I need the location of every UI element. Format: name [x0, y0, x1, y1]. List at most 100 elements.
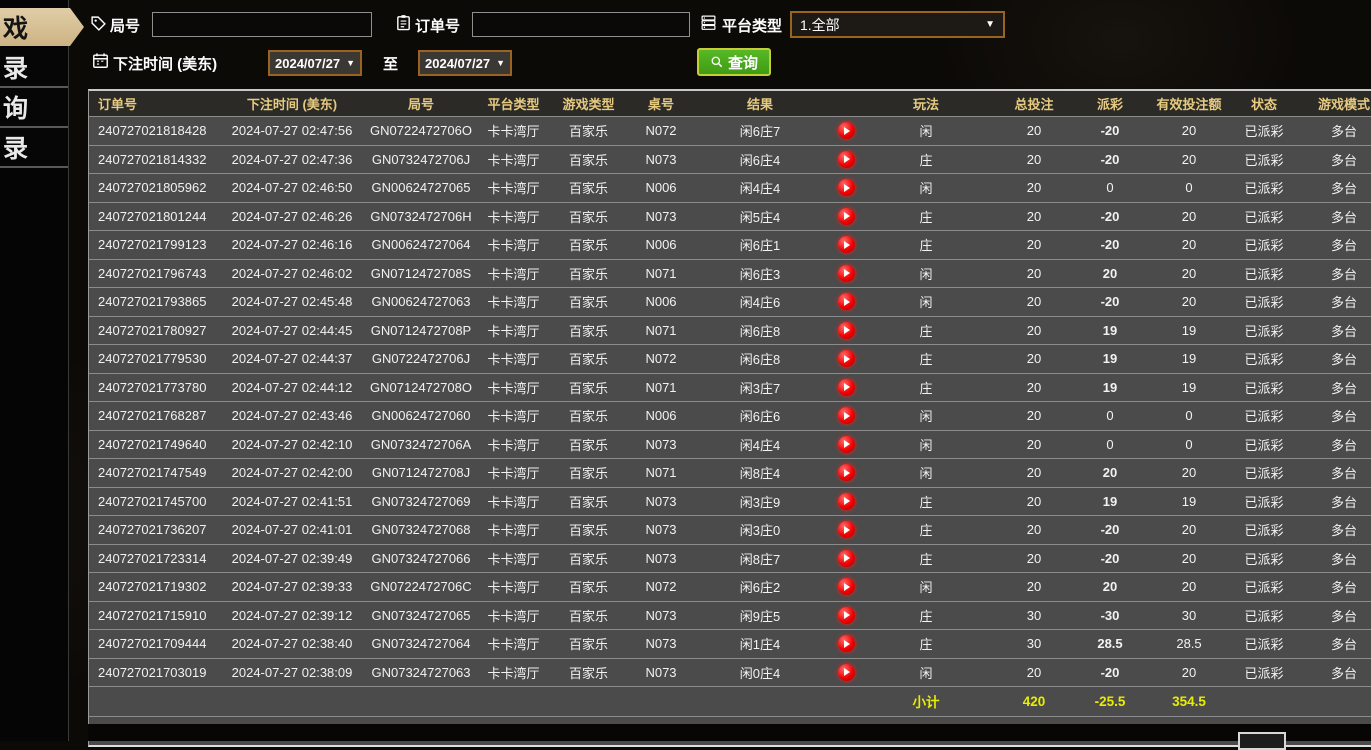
play-video-icon[interactable]	[838, 350, 855, 367]
game-type-cell: 百家乐	[546, 235, 631, 254]
table-number-cell: N073	[631, 152, 691, 167]
platform-cell: 卡卡湾厅	[481, 150, 546, 169]
clipboard-icon	[395, 14, 412, 31]
payout-cell: 19	[1079, 494, 1141, 509]
game-mode-cell: 多台	[1291, 663, 1371, 682]
order-number-cell: 240727021719302	[89, 579, 223, 594]
result-video-cell	[829, 464, 863, 481]
game-type-cell: 百家乐	[546, 378, 631, 397]
table-row: 2407270218184282024-07-27 02:47:56GN0722…	[89, 116, 1371, 145]
game-type-cell: 百家乐	[546, 463, 631, 482]
order-number-cell: 240727021773780	[89, 380, 223, 395]
play-video-icon[interactable]	[838, 550, 855, 567]
result-video-cell	[829, 350, 863, 367]
play-video-icon[interactable]	[838, 122, 855, 139]
status-cell: 已派彩	[1237, 121, 1291, 140]
play-triangle	[844, 241, 850, 249]
play-triangle	[844, 155, 850, 163]
play-triangle	[844, 440, 850, 448]
date-from-select[interactable]: 2024/07/27 ▼	[268, 50, 362, 76]
bet-type-cell: 庄	[863, 378, 989, 397]
play-triangle	[844, 127, 850, 135]
play-video-icon[interactable]	[838, 208, 855, 225]
order-number-cell: 240727021801244	[89, 209, 223, 224]
sidebar-tab-record-2[interactable]: 录	[0, 128, 68, 168]
play-video-icon[interactable]	[838, 379, 855, 396]
play-video-icon[interactable]	[838, 607, 855, 624]
platform-cell: 卡卡湾厅	[481, 321, 546, 340]
play-video-icon[interactable]	[838, 578, 855, 595]
bet-type-cell: 闲	[863, 435, 989, 454]
column-header: 总投注	[989, 94, 1079, 113]
play-video-icon[interactable]	[838, 407, 855, 424]
play-video-icon[interactable]	[838, 493, 855, 510]
play-video-icon[interactable]	[838, 151, 855, 168]
play-video-icon[interactable]	[838, 436, 855, 453]
play-video-icon[interactable]	[838, 293, 855, 310]
play-video-icon[interactable]	[838, 322, 855, 339]
bet-type-cell: 庄	[863, 349, 989, 368]
order-number-cell: 240727021703019	[89, 665, 223, 680]
order-number-input[interactable]	[472, 12, 690, 37]
round-number-cell: GN00624727063	[361, 294, 481, 309]
play-video-icon[interactable]	[838, 664, 855, 681]
order-number-cell: 240727021799123	[89, 237, 223, 252]
status-cell: 已派彩	[1237, 520, 1291, 539]
valid-bet-cell: 20	[1141, 209, 1237, 224]
platform-cell: 卡卡湾厅	[481, 549, 546, 568]
sidebar-tab-game[interactable]: 戏	[0, 8, 87, 46]
valid-bet-cell: 20	[1141, 266, 1237, 281]
game-mode-cell: 多台	[1291, 634, 1371, 653]
table-number-cell: N073	[631, 522, 691, 537]
play-video-icon[interactable]	[838, 464, 855, 481]
play-video-icon[interactable]	[838, 265, 855, 282]
table-row: 2407270217094442024-07-27 02:38:40GN0732…	[89, 629, 1371, 658]
result-cell: 闲4庄4	[691, 178, 829, 197]
bet-records-table: 订单号下注时间 (美东)局号平台类型游戏类型桌号结果玩法总投注派彩有效投注额状态…	[88, 89, 1371, 747]
game-mode-cell: 多台	[1291, 577, 1371, 596]
result-cell: 闲6庄8	[691, 349, 829, 368]
payout-cell: -20	[1079, 152, 1141, 167]
total-bet-cell: 20	[989, 237, 1079, 252]
result-cell: 闲6庄2	[691, 577, 829, 596]
status-cell: 已派彩	[1237, 549, 1291, 568]
play-triangle	[844, 526, 850, 534]
round-number-label: 局号	[110, 15, 140, 36]
play-video-icon[interactable]	[838, 236, 855, 253]
total-bet-cell: 20	[989, 551, 1079, 566]
result-video-cell	[829, 265, 863, 282]
result-cell: 闲6庄8	[691, 321, 829, 340]
sidebar-tab-label: 戏	[3, 9, 28, 45]
platform-cell: 卡卡湾厅	[481, 378, 546, 397]
bet-time-cell: 2024-07-27 02:46:16	[223, 237, 361, 252]
order-number-cell: 240727021745700	[89, 494, 223, 509]
payout-cell: 19	[1079, 323, 1141, 338]
sidebar-tab-query[interactable]: 询	[0, 88, 68, 128]
search-button[interactable]: 查询	[697, 48, 771, 76]
play-video-icon[interactable]	[838, 521, 855, 538]
valid-bet-cell: 20	[1141, 465, 1237, 480]
table-row: 2407270217475492024-07-27 02:42:00GN0712…	[89, 458, 1371, 487]
platform-type-select[interactable]: 1.全部 ▼	[790, 11, 1005, 38]
date-to-select[interactable]: 2024/07/27 ▼	[418, 50, 512, 76]
partial-button[interactable]	[1238, 732, 1286, 750]
bet-time-cell: 2024-07-27 02:41:01	[223, 522, 361, 537]
game-mode-cell: 多台	[1291, 406, 1371, 425]
column-header: 玩法	[863, 94, 989, 113]
game-type-cell: 百家乐	[546, 520, 631, 539]
table-number-cell: N071	[631, 266, 691, 281]
play-triangle	[844, 184, 850, 192]
order-number-cell: 240727021818428	[89, 123, 223, 138]
valid-bet-cell: 20	[1141, 152, 1237, 167]
game-type-cell: 百家乐	[546, 264, 631, 283]
play-video-icon[interactable]	[838, 179, 855, 196]
status-cell: 已派彩	[1237, 663, 1291, 682]
sidebar-tab-record-1[interactable]: 录	[0, 48, 68, 88]
status-cell: 已派彩	[1237, 292, 1291, 311]
valid-bet-cell: 0	[1141, 180, 1237, 195]
game-mode-cell: 多台	[1291, 520, 1371, 539]
round-number-input[interactable]	[152, 12, 372, 37]
table-row: 2407270217457002024-07-27 02:41:51GN0732…	[89, 487, 1371, 516]
play-triangle	[844, 298, 850, 306]
play-video-icon[interactable]	[838, 635, 855, 652]
